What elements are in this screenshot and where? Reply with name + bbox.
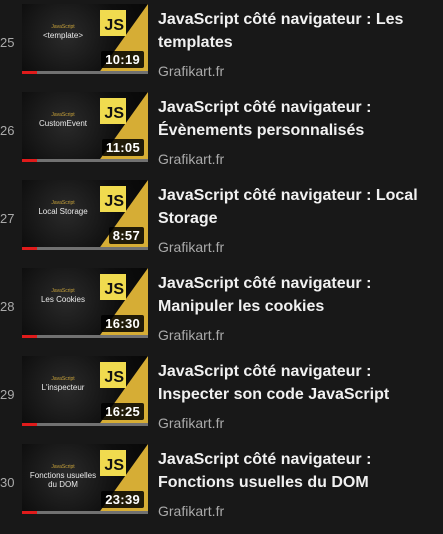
playlist-index: 26 (0, 123, 15, 138)
duration-badge: 10:19 (101, 51, 144, 68)
thumbnail-series-label: JavaScript (51, 288, 75, 294)
watch-progress-fill (22, 247, 38, 250)
thumbnail-caption: JavaScript Les Cookies (28, 288, 98, 304)
playlist-index: 27 (0, 211, 15, 226)
channel-name[interactable]: Grafikart.fr (158, 327, 224, 343)
thumbnail-caption: JavaScript Local Storage (28, 200, 98, 216)
playlist-item[interactable]: 26 JS JavaScript CustomEvent 11:05 JavaS… (0, 88, 443, 176)
thumbnail-series-label: JavaScript (51, 464, 75, 470)
playlist-item[interactable]: 29 JS JavaScript L'inspecteur 16:25 Java… (0, 352, 443, 440)
thumbnail-title: Local Storage (38, 207, 88, 216)
js-logo-icon: JS (100, 186, 126, 212)
video-thumbnail[interactable]: JS JavaScript <template> 10:19 (22, 4, 148, 74)
thumbnail-caption: JavaScript Fonctions usuelles du DOM (28, 464, 98, 489)
video-title[interactable]: JavaScript côté navigateur : Évènements … (158, 96, 438, 142)
js-logo-icon: JS (100, 450, 126, 476)
channel-name[interactable]: Grafikart.fr (158, 151, 224, 167)
playlist-item[interactable]: 28 JS JavaScript Les Cookies 16:30 JavaS… (0, 264, 443, 352)
watch-progress-fill (22, 511, 38, 514)
watch-progress-bar (22, 71, 148, 74)
thumbnail-series-label: JavaScript (51, 24, 75, 30)
js-logo-icon: JS (100, 274, 126, 300)
playlist-item[interactable]: 27 JS JavaScript Local Storage 8:57 Java… (0, 176, 443, 264)
thumbnail-title: Fonctions usuelles du DOM (29, 471, 97, 489)
duration-badge: 8:57 (108, 227, 144, 244)
thumbnail-series-label: JavaScript (51, 112, 75, 118)
video-title[interactable]: JavaScript côté navigateur : Fonctions u… (158, 448, 438, 494)
watch-progress-bar (22, 247, 148, 250)
duration-badge: 16:30 (101, 315, 144, 332)
video-thumbnail[interactable]: JS JavaScript Les Cookies 16:30 (22, 268, 148, 338)
thumbnail-series-label: JavaScript (51, 200, 75, 206)
watch-progress-bar (22, 423, 148, 426)
playlist-video-list: 25 JS JavaScript <template> 10:19 JavaSc… (0, 0, 443, 534)
video-thumbnail[interactable]: JS JavaScript CustomEvent 11:05 (22, 92, 148, 162)
thumbnail-caption: JavaScript L'inspecteur (28, 376, 98, 392)
thumbnail-title: Les Cookies (40, 295, 86, 304)
duration-badge: 23:39 (101, 491, 144, 508)
js-logo-icon: JS (100, 10, 126, 36)
video-title[interactable]: JavaScript côté navigateur : Les templat… (158, 8, 438, 54)
watch-progress-fill (22, 71, 38, 74)
channel-name[interactable]: Grafikart.fr (158, 503, 224, 519)
video-title[interactable]: JavaScript côté navigateur : Manipuler l… (158, 272, 438, 318)
video-title[interactable]: JavaScript côté navigateur : Local Stora… (158, 184, 438, 230)
video-thumbnail[interactable]: JS JavaScript Local Storage 8:57 (22, 180, 148, 250)
channel-name[interactable]: Grafikart.fr (158, 239, 224, 255)
thumbnail-caption: JavaScript CustomEvent (28, 112, 98, 128)
watch-progress-bar (22, 335, 148, 338)
watch-progress-fill (22, 423, 38, 426)
watch-progress-fill (22, 335, 38, 338)
duration-badge: 16:25 (101, 403, 144, 420)
thumbnail-title: L'inspecteur (41, 383, 85, 392)
video-thumbnail[interactable]: JS JavaScript Fonctions usuelles du DOM … (22, 444, 148, 514)
js-logo-icon: JS (100, 98, 126, 124)
thumbnail-title: <template> (42, 31, 84, 40)
watch-progress-bar (22, 511, 148, 514)
video-title[interactable]: JavaScript côté navigateur : Inspecter s… (158, 360, 438, 406)
channel-name[interactable]: Grafikart.fr (158, 415, 224, 431)
playlist-index: 28 (0, 299, 15, 314)
thumbnail-caption: JavaScript <template> (28, 24, 98, 40)
playlist-item[interactable]: 30 JS JavaScript Fonctions usuelles du D… (0, 440, 443, 528)
thumbnail-title: CustomEvent (38, 119, 88, 128)
duration-badge: 11:05 (101, 139, 144, 156)
playlist-item[interactable]: 25 JS JavaScript <template> 10:19 JavaSc… (0, 0, 443, 88)
watch-progress-fill (22, 159, 38, 162)
playlist-index: 25 (0, 35, 15, 50)
js-logo-icon: JS (100, 362, 126, 388)
playlist-index: 30 (0, 475, 15, 490)
thumbnail-series-label: JavaScript (51, 376, 75, 382)
playlist-index: 29 (0, 387, 15, 402)
watch-progress-bar (22, 159, 148, 162)
video-thumbnail[interactable]: JS JavaScript L'inspecteur 16:25 (22, 356, 148, 426)
channel-name[interactable]: Grafikart.fr (158, 63, 224, 79)
